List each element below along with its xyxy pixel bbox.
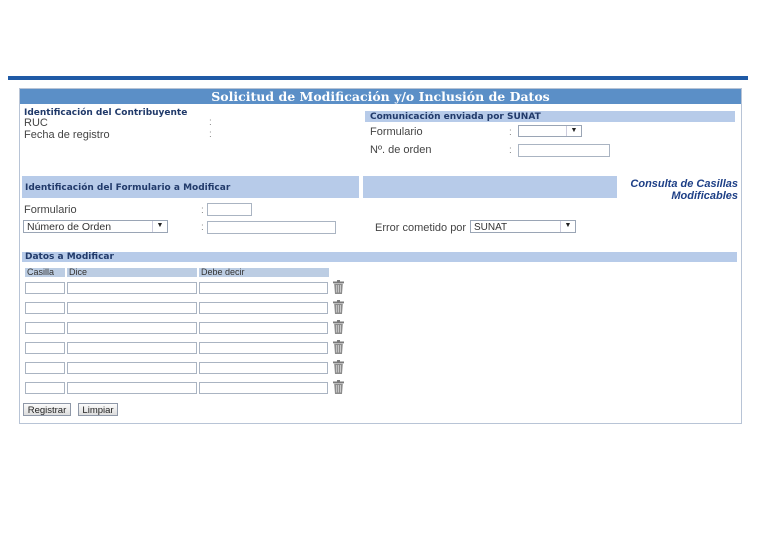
consulta-casillas-link[interactable]: Consulta de Casillas Modificables xyxy=(630,178,738,202)
registrar-button[interactable]: Registrar xyxy=(23,403,71,416)
casilla-input[interactable] xyxy=(25,302,65,314)
dice-input[interactable] xyxy=(67,282,197,294)
chevron-down-icon: ▼ xyxy=(566,126,581,136)
debe-decir-input[interactable] xyxy=(199,342,328,354)
modification-request-form: Solicitud de Modificación y/o Inclusión … xyxy=(19,88,742,424)
casilla-input[interactable] xyxy=(25,342,65,354)
top-accent-bar xyxy=(8,76,748,80)
error-cometido-label: Error cometido por : xyxy=(375,222,473,234)
comunicacion-formulario-select[interactable]: ▼ xyxy=(518,125,582,137)
ruc-colon: : xyxy=(209,117,212,128)
orden-type-value: Número de Orden xyxy=(27,221,112,233)
orden-value-input[interactable] xyxy=(207,221,336,234)
trash-icon[interactable] xyxy=(333,380,344,394)
formulario-mod-section-title: Identificación del Formulario a Modifica… xyxy=(25,183,231,193)
col-header-dice: Dice xyxy=(67,268,197,277)
orden-type-colon: : xyxy=(201,222,204,233)
dice-input[interactable] xyxy=(67,302,197,314)
col-header-debe-decir: Debe decir xyxy=(199,268,329,277)
casilla-input[interactable] xyxy=(25,362,65,374)
trash-icon[interactable] xyxy=(333,280,344,294)
orden-type-select[interactable]: Número de Orden ▼ xyxy=(23,220,168,233)
formulario-mod-input[interactable] xyxy=(207,203,252,216)
trash-icon[interactable] xyxy=(333,300,344,314)
datos-section-bar xyxy=(22,252,737,262)
dice-input[interactable] xyxy=(67,382,197,394)
nro-orden-colon: : xyxy=(509,145,512,156)
contribuyente-section-title: Identificación del Contribuyente xyxy=(24,108,188,118)
table-row xyxy=(25,360,355,376)
table-row xyxy=(25,300,355,316)
debe-decir-input[interactable] xyxy=(199,382,328,394)
chevron-down-icon: ▼ xyxy=(560,221,575,232)
error-cometido-select[interactable]: SUNAT ▼ xyxy=(470,220,576,233)
debe-decir-input[interactable] xyxy=(199,282,328,294)
dice-input[interactable] xyxy=(67,362,197,374)
formulario-mod-colon: : xyxy=(201,205,204,216)
chevron-down-icon: ▼ xyxy=(152,221,167,232)
casilla-input[interactable] xyxy=(25,282,65,294)
fecha-registro-label: Fecha de registro xyxy=(24,129,110,141)
trash-icon[interactable] xyxy=(333,320,344,334)
fecha-colon: : xyxy=(209,129,212,140)
dice-input[interactable] xyxy=(67,342,197,354)
formulario-mod-section-bar-right xyxy=(363,176,617,198)
debe-decir-input[interactable] xyxy=(199,362,328,374)
casilla-input[interactable] xyxy=(25,322,65,334)
nro-orden-input[interactable] xyxy=(518,144,610,157)
debe-decir-input[interactable] xyxy=(199,302,328,314)
col-header-casilla: Casilla xyxy=(25,268,65,277)
table-row xyxy=(25,380,355,396)
consulta-casillas-link-line1: Consulta de Casillas xyxy=(630,178,738,190)
consulta-casillas-link-line2: Modificables xyxy=(671,190,738,202)
ruc-label: RUC xyxy=(24,117,48,129)
trash-icon[interactable] xyxy=(333,340,344,354)
dice-input[interactable] xyxy=(67,322,197,334)
trash-icon[interactable] xyxy=(333,360,344,374)
comunicacion-section-title: Comunicación enviada por SUNAT xyxy=(370,112,541,122)
formulario-mod-label: Formulario xyxy=(24,204,77,216)
nro-orden-label: Nº. de orden xyxy=(370,144,432,156)
datos-table: Casilla Dice Debe decir xyxy=(25,268,355,394)
error-cometido-value: SUNAT xyxy=(474,222,508,233)
form-title: Solicitud de Modificación y/o Inclusión … xyxy=(20,89,741,104)
datos-section-title: Datos a Modificar xyxy=(25,252,114,262)
table-row xyxy=(25,320,355,336)
table-row xyxy=(25,340,355,356)
debe-decir-input[interactable] xyxy=(199,322,328,334)
casilla-input[interactable] xyxy=(25,382,65,394)
comunicacion-formulario-label: Formulario xyxy=(370,126,423,138)
limpiar-button[interactable]: Limpiar xyxy=(78,403,118,416)
table-row xyxy=(25,280,355,296)
comunicacion-formulario-colon: : xyxy=(509,127,512,138)
